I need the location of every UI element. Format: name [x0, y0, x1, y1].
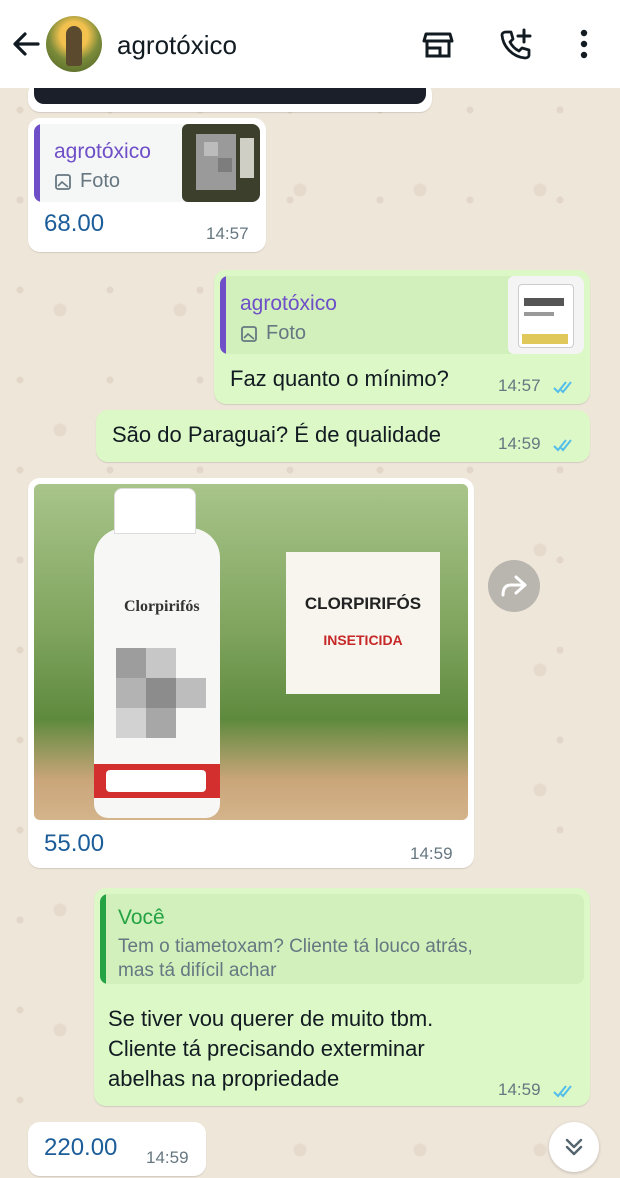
quoted-message[interactable]: agrotóxico Foto	[34, 124, 260, 202]
quote-author: Você	[118, 906, 165, 929]
chevron-double-down-icon	[565, 1138, 583, 1156]
store-icon[interactable]	[420, 26, 456, 62]
scroll-to-bottom-button[interactable]	[549, 1122, 599, 1172]
message-text: Faz quanto o mínimo?	[230, 366, 449, 391]
message-incoming[interactable]: agrotóxico Foto 68.00 14:57	[28, 118, 266, 252]
forward-button[interactable]	[488, 560, 540, 612]
quoted-message[interactable]: Você Tem o tiametoxam? Cliente tá louco …	[100, 894, 584, 984]
message-text-line: Se tiver vou querer de muito tbm.	[108, 1006, 434, 1031]
quoted-photo-thumbnail	[182, 124, 260, 202]
arrow-left-icon[interactable]	[8, 26, 44, 62]
quote-type: Foto	[240, 322, 306, 345]
message-text: 55.00	[44, 830, 105, 857]
sign-title: CLORPIRIFÓS	[304, 594, 422, 613]
quote-author: agrotóxico	[54, 140, 151, 163]
product-photo[interactable]: Clorpirifós CLORPIRIFÓS INSETICIDA	[34, 484, 468, 820]
more-vertical-icon[interactable]	[566, 26, 602, 62]
read-ticks-icon	[553, 1085, 572, 1098]
contact-avatar[interactable]	[46, 16, 102, 72]
bottle: Clorpirifós	[94, 488, 220, 818]
message-time: 14:59	[146, 1148, 189, 1167]
read-ticks-icon	[553, 381, 572, 394]
message-time: 14:57	[206, 224, 249, 243]
add-call-icon[interactable]	[498, 26, 534, 62]
quote-text-line: Tem o tiametoxam? Cliente tá louco atrás…	[118, 936, 473, 957]
quote-author: agrotóxico	[240, 292, 337, 315]
read-ticks-icon	[553, 439, 572, 452]
quote-text-line: mas tá difícil achar	[118, 960, 277, 981]
quoted-photo-thumbnail	[508, 276, 584, 354]
quote-type-label: Foto	[266, 322, 307, 344]
message-text: São do Paraguai? É de qualidade	[112, 422, 442, 447]
sign-subtitle: INSETICIDA	[323, 632, 403, 648]
message-time: 14:59	[410, 844, 453, 863]
message-time: 14:59	[498, 434, 541, 453]
bottle-label: Clorpirifós	[124, 598, 200, 615]
photo-icon	[241, 325, 257, 342]
message-outgoing[interactable]: São do Paraguai? É de qualidade 14:59	[96, 410, 590, 462]
forward-icon	[501, 575, 527, 597]
chat-header: agrotóxico	[0, 0, 620, 88]
message-time: 14:59	[498, 1080, 541, 1099]
message-outgoing[interactable]: Você Tem o tiametoxam? Cliente tá louco …	[94, 888, 590, 1106]
quoted-message[interactable]: agrotóxico Foto	[220, 276, 584, 354]
contact-name[interactable]: agrotóxico	[117, 30, 237, 61]
quote-type: Foto	[54, 170, 120, 193]
message-outgoing[interactable]: agrotóxico Foto Faz quanto o mínimo? 14:…	[214, 270, 590, 404]
message-incoming[interactable]: Clorpirifós CLORPIRIFÓS INSETICIDA 55.00…	[28, 478, 474, 868]
message-text-line: abelhas na propriedade	[108, 1066, 340, 1091]
product-sign: CLORPIRIFÓS INSETICIDA	[286, 552, 440, 694]
message-text-line: Cliente tá precisando exterminar	[108, 1036, 425, 1061]
message-text: 220.00	[44, 1134, 118, 1161]
message-incoming[interactable]: 220.00 14:59	[28, 1122, 206, 1176]
message-text: 68.00	[44, 210, 105, 237]
quote-type-label: Foto	[80, 170, 121, 192]
message-time: 14:57	[498, 376, 541, 395]
photo-icon	[55, 173, 71, 190]
